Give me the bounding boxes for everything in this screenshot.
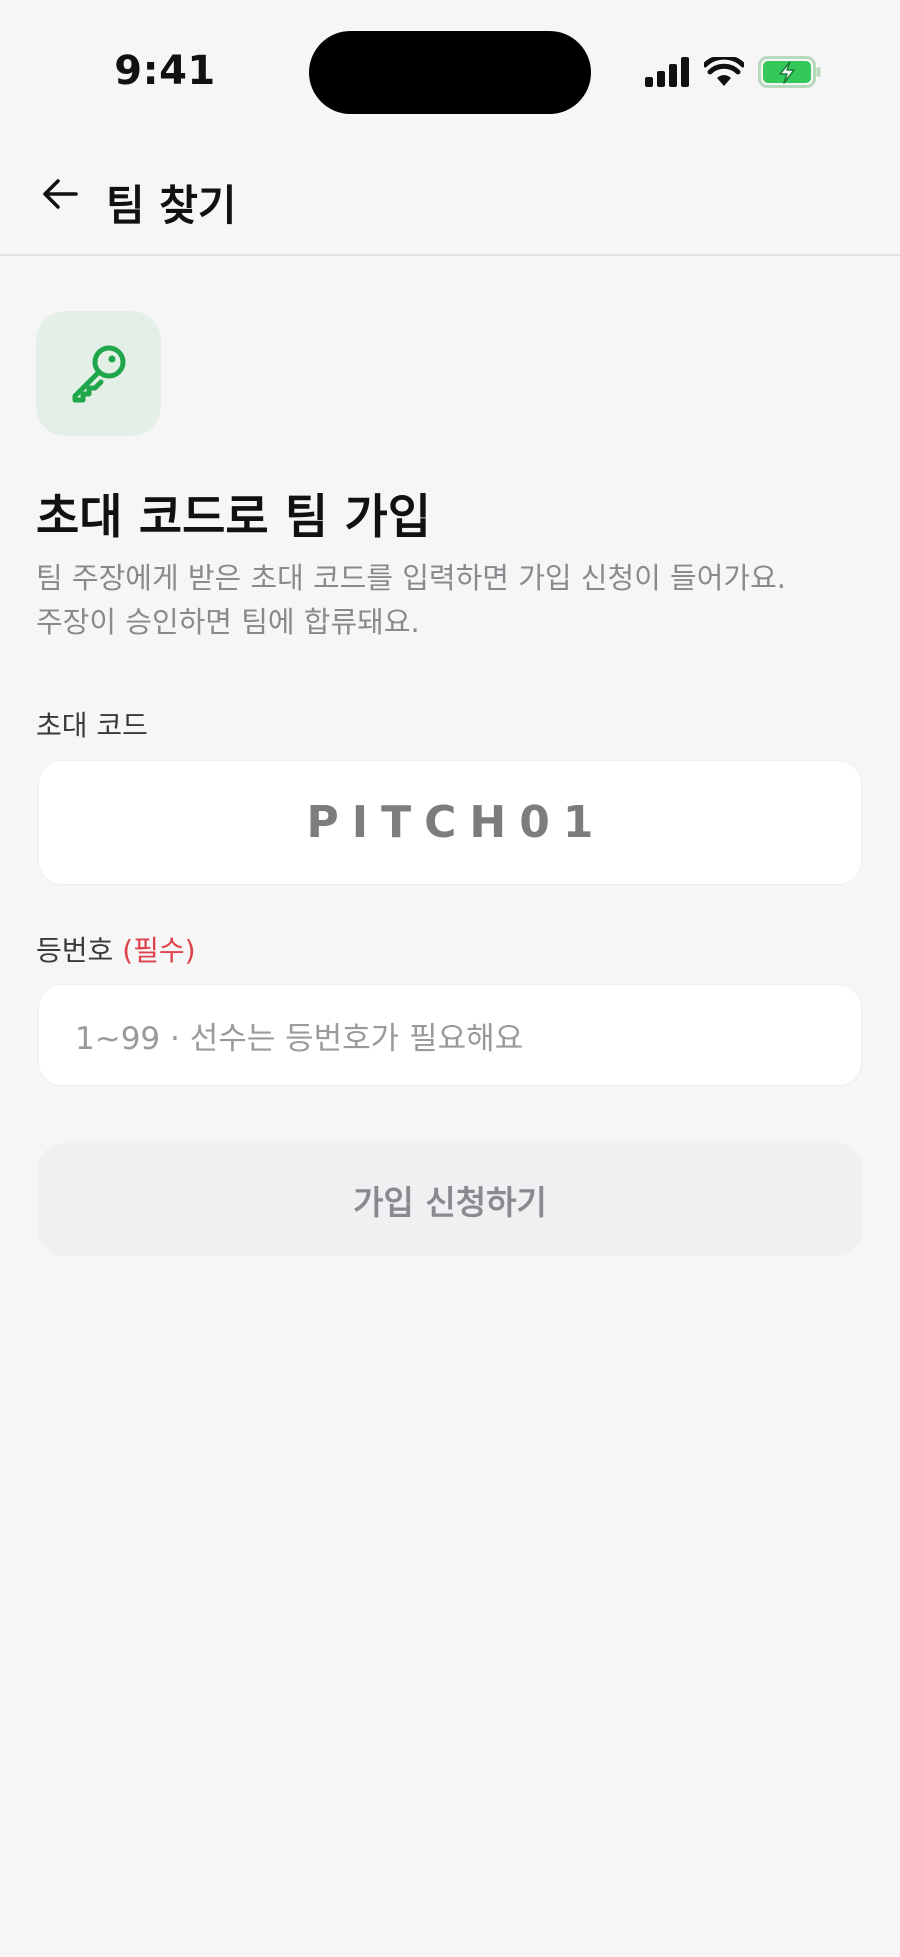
description-line: 주장이 승인하면 팀에 합류돼요. xyxy=(36,605,420,639)
dynamic-island xyxy=(309,31,591,114)
jersey-number-input[interactable]: 1~99 · 선수는 등번호가 필요해요 xyxy=(38,984,862,1086)
section-title: 초대 코드로 팀 가입 xyxy=(36,490,432,545)
description: 팀 주장에게 받은 초대 코드를 입력하면 가입 신청이 들어가요. 주장이 승… xyxy=(36,556,876,644)
battery-charging-icon xyxy=(758,56,822,88)
status-time: 9:41 xyxy=(114,48,216,94)
invite-code-label: 초대 코드 xyxy=(36,709,148,742)
wifi-icon xyxy=(704,57,744,87)
status-icons xyxy=(644,52,822,92)
key-icon xyxy=(67,340,131,408)
arrow-left-icon xyxy=(40,176,80,216)
required-mark: (필수) xyxy=(122,934,196,967)
cellular-signal-icon xyxy=(644,57,690,87)
back-button[interactable] xyxy=(30,166,90,226)
description-line: 팀 주장에게 받은 초대 코드를 입력하면 가입 신청이 들어가요. xyxy=(36,561,786,595)
invite-code-input[interactable]: PITCH01 xyxy=(38,760,862,885)
jersey-number-label-text: 등번호 xyxy=(36,934,114,967)
team-join-screen: 9:41 팀 찾기 초대 코드로 팀 가입 팀 주장에게 받은 초대 코드를 입… xyxy=(0,0,900,1957)
key-badge xyxy=(36,311,161,436)
submit-join-request-button[interactable]: 가입 신청하기 xyxy=(38,1143,862,1256)
jersey-number-label: 등번호 (필수) xyxy=(36,929,196,969)
page-title: 팀 찾기 xyxy=(106,181,237,230)
status-bar: 9:41 xyxy=(0,0,900,140)
nav-header: 팀 찾기 xyxy=(0,140,900,256)
